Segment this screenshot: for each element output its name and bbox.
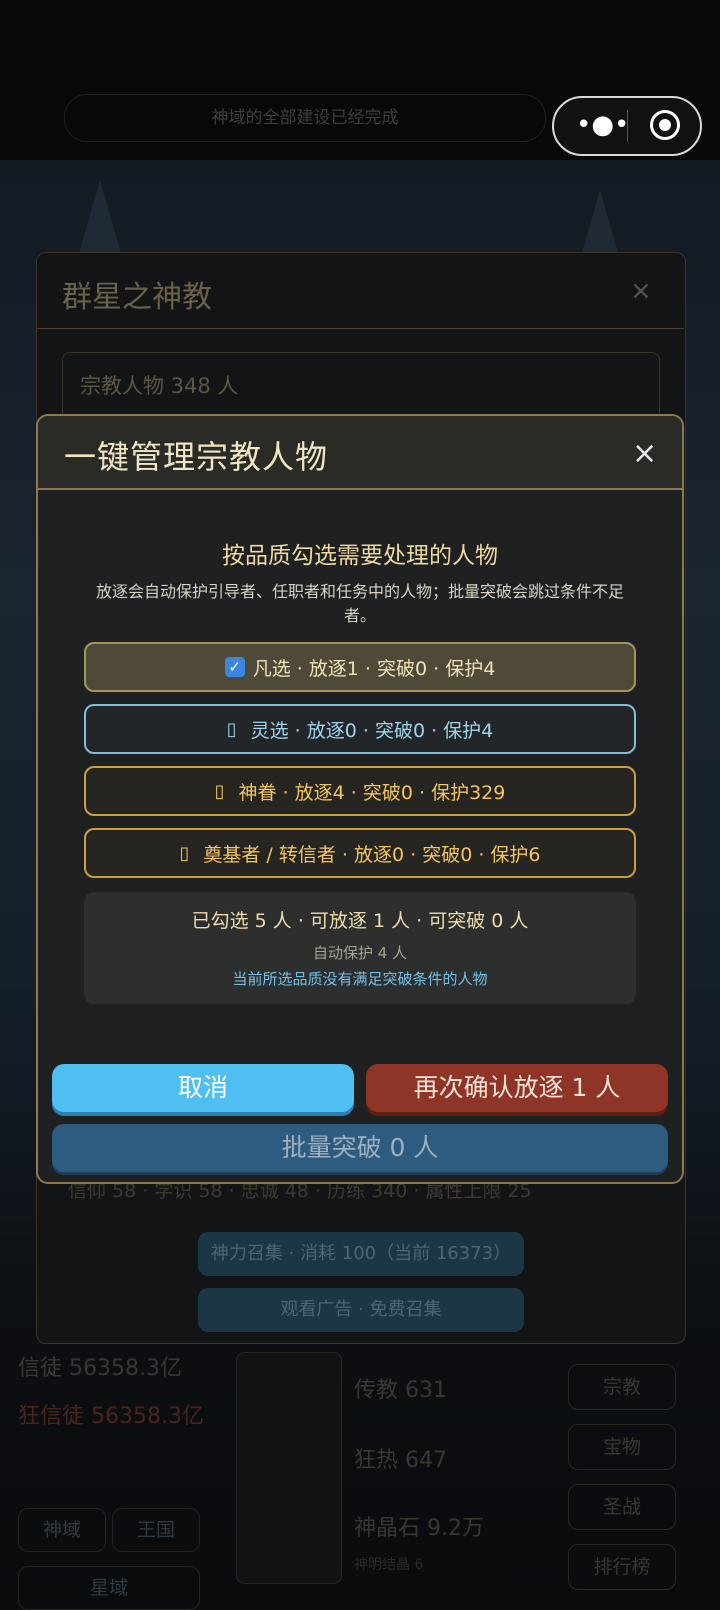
religion-button[interactable]: 宗教 xyxy=(568,1364,676,1410)
treasure-button[interactable]: 宝物 xyxy=(568,1424,676,1470)
checkbox-unchecked-icon[interactable]: ▯ xyxy=(215,781,225,802)
close-icon[interactable]: × xyxy=(630,276,652,306)
confirm-exile-button[interactable]: 再次确认放逐 1 人 xyxy=(366,1064,668,1112)
batch-breakthrough-button[interactable]: 批量突破 0 人 xyxy=(52,1124,668,1172)
capsule-divider xyxy=(627,110,628,142)
close-icon[interactable]: × xyxy=(632,436,657,471)
crystal-stat: 神晶石 9.2万 xyxy=(354,1516,484,1541)
missionary-stat: 传教 631 xyxy=(354,1378,447,1403)
quality-option-common[interactable]: ✓ 凡选 · 放逐1 · 突破0 · 保护4 xyxy=(84,642,636,692)
quality-option-founder[interactable]: ▯ 奠基者 / 转信者 · 放逐0 · 突破0 · 保护6 xyxy=(84,828,636,878)
checkbox-checked-icon[interactable]: ✓ xyxy=(224,657,245,677)
more-dots-icon[interactable]: •●• xyxy=(576,112,629,138)
deity-portrait xyxy=(236,1352,342,1584)
option-label: 凡选 · 放逐1 · 突破0 · 保护4 xyxy=(252,657,496,680)
quality-option-blessed[interactable]: ▯ 神眷 · 放逐4 · 突破0 · 保护329 xyxy=(84,766,636,816)
divine-realm-button[interactable]: 神域 xyxy=(18,1508,106,1552)
holy-war-button[interactable]: 圣战 xyxy=(568,1484,676,1530)
member-count: 宗教人物 348 人 xyxy=(80,374,239,398)
sect-panel-title: 群星之神教 xyxy=(62,280,212,315)
option-label: 奠基者 / 转信者 · 放逐0 · 突破0 · 保护6 xyxy=(203,843,541,866)
crystal-sub-stat: 神明结晶 6 xyxy=(354,1557,424,1573)
modal-title: 一键管理宗教人物 xyxy=(64,438,329,476)
record-circle-icon[interactable] xyxy=(650,110,680,140)
modal-subtitle: 按品质勾选需要处理的人物 xyxy=(222,543,498,569)
star-realm-button[interactable]: 星域 xyxy=(18,1566,200,1610)
breakthrough-note: 当前所选品质没有满足突破条件的人物 xyxy=(232,970,488,988)
divine-summon-button[interactable]: 神力召集 · 消耗 100（当前 16373） xyxy=(198,1232,524,1276)
selection-summary: 已勾选 5 人 · 可放逐 1 人 · 可突破 0 人 xyxy=(191,910,529,932)
option-label: 神眷 · 放逐4 · 突破0 · 保护329 xyxy=(238,781,506,804)
divider xyxy=(36,328,684,329)
mini-program-capsule[interactable]: •●• xyxy=(552,96,702,156)
cancel-button[interactable]: 取消 xyxy=(52,1064,354,1112)
option-label: 灵选 · 放逐0 · 突破0 · 保护4 xyxy=(250,719,494,742)
kingdom-button[interactable]: 王国 xyxy=(112,1508,200,1552)
believers-stat: 信徒 56358.3亿 xyxy=(18,1356,182,1381)
checkbox-unchecked-icon[interactable]: ▯ xyxy=(227,719,237,740)
leaderboard-button[interactable]: 排行榜 xyxy=(568,1544,676,1590)
quality-option-spirit[interactable]: ▯ 灵选 · 放逐0 · 突破0 · 保护4 xyxy=(84,704,636,754)
watch-ad-summon-button[interactable]: 观看广告 · 免费召集 xyxy=(198,1288,524,1332)
fanatic-stat: 狂热 647 xyxy=(354,1448,447,1473)
construction-banner: 神域的全部建设已经完成 xyxy=(64,94,546,142)
zealots-stat: 狂信徒 56358.3亿 xyxy=(18,1404,204,1429)
checkbox-unchecked-icon[interactable]: ▯ xyxy=(179,843,189,864)
modal-description: 放逐会自动保护引导者、任职者和任务中的人物；批量突破会跳过条件不足者。 xyxy=(95,582,624,625)
auto-protected-count: 自动保护 4 人 xyxy=(312,944,408,962)
